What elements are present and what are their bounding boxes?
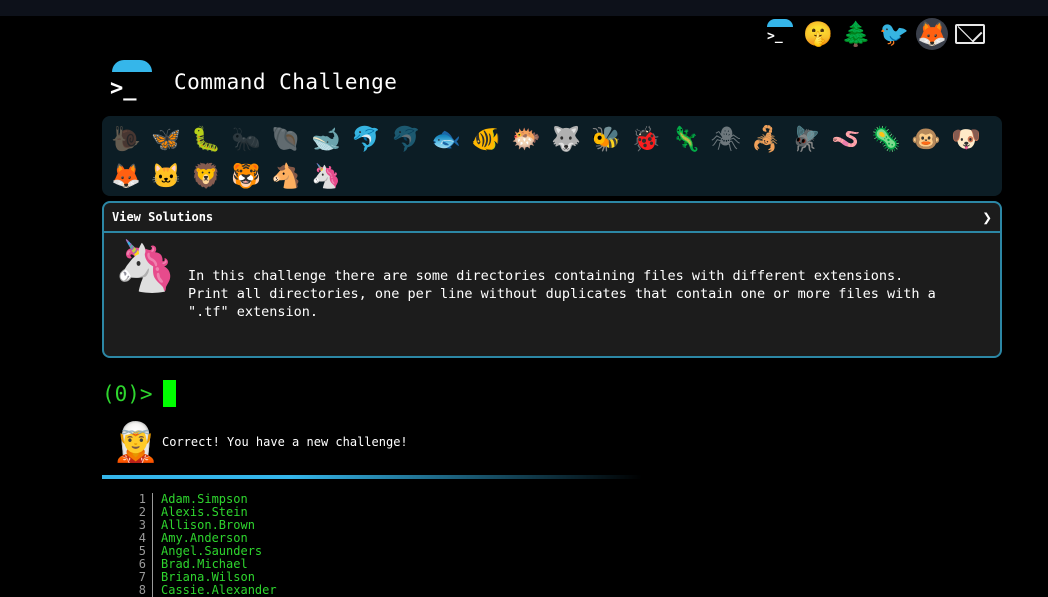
tropical-fish-icon[interactable]: 🐠 (468, 121, 504, 157)
output-listing: 1 Adam.Simpson 2 Alexis.Stein 3 Allison.Brown… (126, 493, 277, 597)
wolf-icon[interactable]: 🐺 (548, 121, 584, 157)
chevron-right-icon[interactable]: ❯ (982, 208, 992, 227)
dog-icon[interactable]: 🐶 (948, 121, 984, 157)
caterpillar-icon[interactable]: 🐛 (188, 121, 224, 157)
ant-icon[interactable]: 🐜 (228, 121, 264, 157)
bee-icon[interactable]: 🐝 (588, 121, 624, 157)
divider (102, 475, 642, 479)
terminal-logo-icon[interactable]: >_ (764, 18, 796, 50)
shell-icon[interactable]: 🐚 (268, 121, 304, 157)
line-text: Cassie.Alexander (161, 583, 277, 597)
prompt-label: (0)> (102, 381, 153, 406)
result-message: 🧝 Correct! You have a new challenge! (112, 423, 408, 461)
unicorn-icon: 🦄 (114, 237, 177, 295)
fly-icon[interactable]: 🪰 (788, 121, 824, 157)
lizard-icon[interactable]: 🦎 (668, 121, 704, 157)
blowfish-icon[interactable]: 🐡 (508, 121, 544, 157)
terminal-logo-icon: >_ (108, 60, 154, 104)
top-bar (0, 0, 1048, 16)
challenge-panel: View Solutions ❯ 🦄 In this challenge the… (102, 201, 1002, 358)
command-prompt[interactable]: (0)> (102, 380, 176, 407)
view-solutions-toggle[interactable]: View Solutions ❯ (104, 203, 1000, 233)
line-number: 8 (126, 584, 153, 597)
elf-icon: 🧝 (112, 420, 160, 464)
result-text: Correct! You have a new challenge! (162, 435, 408, 449)
spider-icon[interactable]: 🕷 (708, 121, 744, 157)
challenge-description: In this challenge there are some directo… (188, 267, 988, 321)
tree-icon[interactable]: 🌲 (840, 18, 872, 50)
dolphin-grey-icon[interactable]: 🐬 (388, 121, 424, 157)
fish-icon[interactable]: 🐟 (428, 121, 464, 157)
cat-icon[interactable]: 🐱 (148, 158, 184, 194)
unicorn-icon[interactable]: 🦄 (308, 158, 344, 194)
horse-icon[interactable]: 🐴 (268, 158, 304, 194)
terminal-cursor[interactable] (162, 380, 176, 407)
list-item: 8 Cassie.Alexander (126, 584, 277, 597)
page-title: Command Challenge (174, 70, 398, 94)
worm-icon[interactable]: 🪱 (828, 121, 864, 157)
mail-icon[interactable] (954, 18, 986, 50)
description-line: ".tf" extension. (188, 304, 319, 320)
description-line: Print all directories, one per line with… (188, 286, 936, 302)
fox-icon[interactable]: 🦊 (108, 158, 144, 194)
shushing-face-icon[interactable]: 🤫 (802, 18, 834, 50)
brand: >_ Command Challenge (108, 60, 397, 104)
header-links: >_ 🤫 🌲 🐦 🦊 (764, 18, 986, 50)
whale-icon[interactable]: 🐋 (308, 121, 344, 157)
ladybug-icon[interactable]: 🐞 (628, 121, 664, 157)
snail-icon[interactable]: 🐌 (108, 121, 144, 157)
dolphin-icon[interactable]: 🐬 (348, 121, 384, 157)
tiger-icon[interactable]: 🐯 (228, 158, 264, 194)
butterfly-icon[interactable]: 🦋 (148, 121, 184, 157)
twitter-icon[interactable]: 🐦 (878, 18, 910, 50)
bacteria-icon[interactable]: 🦠 (868, 121, 904, 157)
view-solutions-label: View Solutions (112, 210, 214, 224)
description-line: In this challenge there are some directo… (188, 268, 904, 284)
lion-icon[interactable]: 🦁 (188, 158, 224, 194)
scorpion-icon[interactable]: 🦂 (748, 121, 784, 157)
gitlab-icon[interactable]: 🦊 (916, 18, 948, 50)
monkey-icon[interactable]: 🐵 (908, 121, 944, 157)
challenge-progress-bar: 🐌 🦋 🐛 🐜 🐚 🐋 🐬 🐬 🐟 🐠 🐡 🐺 🐝 🐞 🦎 🕷 🦂 🪰 🪱 🦠 🐵 🐶 🦊 🐱 🦁 🐯 🐴 🦄 (102, 116, 1002, 196)
